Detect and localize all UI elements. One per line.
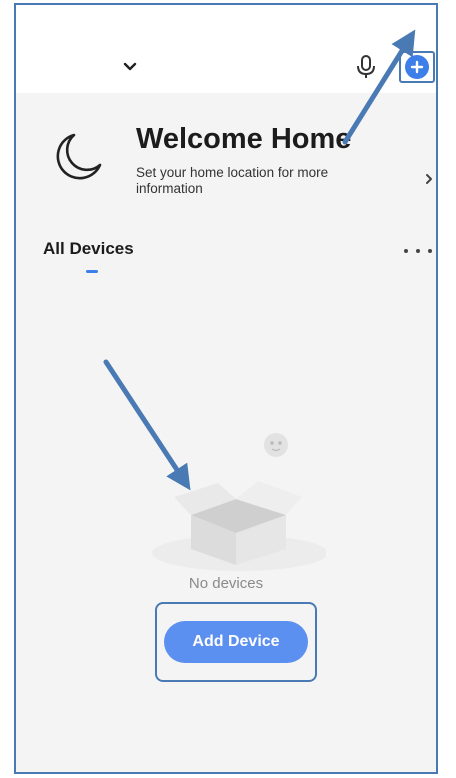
welcome-card[interactable]: Welcome Home Set your home location for … (16, 93, 436, 223)
microphone-icon (357, 55, 375, 78)
chevron-right-icon (426, 174, 432, 184)
empty-box-illustration (152, 433, 326, 571)
tab-all-devices[interactable]: All Devices (43, 239, 134, 259)
add-device-highlight: Add Device (155, 602, 317, 682)
moon-icon (56, 133, 102, 180)
add-device-button[interactable]: Add Device (164, 621, 308, 663)
add-button[interactable] (399, 51, 435, 83)
more-options-button[interactable] (404, 243, 432, 259)
chevron-down-icon (123, 62, 137, 71)
plus-circle-icon (405, 55, 429, 79)
top-bar (16, 5, 436, 93)
more-horizontal-icon (404, 249, 408, 253)
tab-indicator (86, 270, 98, 273)
welcome-subtitle: Set your home location for more informat… (136, 165, 329, 196)
welcome-title: Welcome Home (136, 123, 352, 155)
devices-header: All Devices (16, 223, 436, 283)
app-screen: Welcome Home Set your home location for … (14, 3, 438, 774)
voice-button[interactable] (352, 52, 380, 82)
empty-state-text: No devices (188, 575, 264, 592)
home-selector-button[interactable] (116, 53, 144, 81)
